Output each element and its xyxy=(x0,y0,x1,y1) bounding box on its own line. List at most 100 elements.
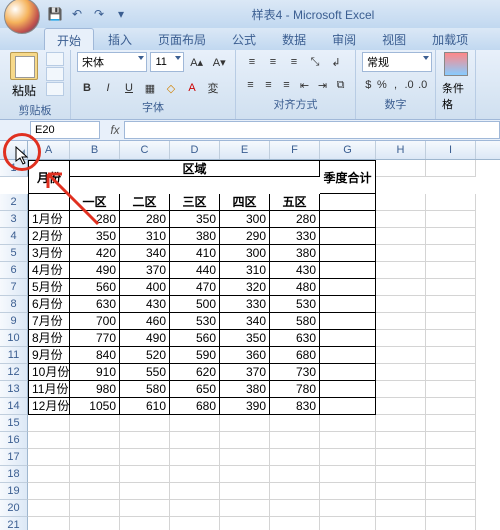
cell[interactable]: 910 xyxy=(70,364,120,381)
tab-layout[interactable]: 页面布局 xyxy=(146,28,218,50)
cell[interactable]: 300 xyxy=(220,211,270,228)
cell[interactable] xyxy=(426,500,476,517)
row-header[interactable]: 20 xyxy=(0,500,28,517)
merge-button[interactable]: ⧉ xyxy=(332,75,349,95)
cell[interactable] xyxy=(70,466,120,483)
fx-button[interactable]: fx xyxy=(106,122,124,138)
cell[interactable] xyxy=(376,347,426,364)
cell[interactable]: 980 xyxy=(70,381,120,398)
font-family-combo[interactable]: 宋体 xyxy=(77,52,147,72)
cell[interactable] xyxy=(320,262,376,279)
cell[interactable] xyxy=(120,500,170,517)
wrap-text-button[interactable]: ↲ xyxy=(326,52,346,72)
cell[interactable]: 三区 xyxy=(170,194,220,211)
cell[interactable]: 350 xyxy=(170,211,220,228)
cell[interactable]: 季度合计 xyxy=(320,160,376,194)
cell[interactable] xyxy=(376,245,426,262)
cell[interactable]: 530 xyxy=(170,313,220,330)
cell[interactable]: 830 xyxy=(270,398,320,415)
cell[interactable] xyxy=(220,517,270,530)
cell[interactable] xyxy=(220,500,270,517)
indent-dec-button[interactable]: ⇤ xyxy=(296,75,313,95)
cell[interactable]: 430 xyxy=(120,296,170,313)
cell[interactable] xyxy=(426,415,476,432)
number-format-combo[interactable]: 常规 xyxy=(362,52,432,72)
row-header[interactable]: 15 xyxy=(0,415,28,432)
cell[interactable] xyxy=(270,517,320,530)
cell[interactable] xyxy=(320,296,376,313)
cell[interactable]: 580 xyxy=(120,381,170,398)
cell[interactable] xyxy=(376,262,426,279)
cell[interactable] xyxy=(70,415,120,432)
paste-button[interactable]: 粘贴 xyxy=(6,52,42,99)
fill-color-button[interactable]: ◇ xyxy=(161,78,181,98)
cell[interactable] xyxy=(270,449,320,466)
cell[interactable]: 400 xyxy=(120,279,170,296)
cell[interactable] xyxy=(120,432,170,449)
redo-icon[interactable]: ↷ xyxy=(90,5,108,23)
border-button[interactable]: ▦ xyxy=(140,78,160,98)
column-header-B[interactable]: B xyxy=(70,141,120,159)
align-center-button[interactable]: ≡ xyxy=(260,75,277,95)
cell[interactable]: 470 xyxy=(170,279,220,296)
cell[interactable] xyxy=(70,449,120,466)
cell[interactable] xyxy=(426,432,476,449)
cell[interactable]: 二区 xyxy=(120,194,170,211)
row-header[interactable]: 16 xyxy=(0,432,28,449)
row-header[interactable]: 19 xyxy=(0,483,28,500)
cell[interactable] xyxy=(270,415,320,432)
cell[interactable] xyxy=(376,364,426,381)
percent-button[interactable]: % xyxy=(376,75,389,95)
cell[interactable] xyxy=(270,500,320,517)
row-header[interactable]: 9 xyxy=(0,313,28,330)
cell[interactable]: 550 xyxy=(120,364,170,381)
cell[interactable] xyxy=(426,517,476,530)
cell[interactable] xyxy=(376,398,426,415)
cell[interactable] xyxy=(376,500,426,517)
cell[interactable] xyxy=(170,500,220,517)
grow-font-button[interactable]: A▴ xyxy=(187,52,207,72)
cell[interactable] xyxy=(28,415,70,432)
cell[interactable] xyxy=(320,517,376,530)
cell[interactable] xyxy=(426,279,476,296)
cell[interactable] xyxy=(320,211,376,228)
cell[interactable] xyxy=(376,313,426,330)
cell[interactable]: 700 xyxy=(70,313,120,330)
cell[interactable] xyxy=(426,211,476,228)
cell[interactable] xyxy=(320,483,376,500)
cell[interactable] xyxy=(320,330,376,347)
cell[interactable]: 770 xyxy=(70,330,120,347)
align-top-button[interactable]: ≡ xyxy=(242,52,262,72)
cell[interactable]: 7月份 xyxy=(28,313,70,330)
cell[interactable] xyxy=(426,364,476,381)
column-header-G[interactable]: G xyxy=(320,141,376,159)
format-painter-button[interactable] xyxy=(46,82,64,96)
cell[interactable]: 区域 xyxy=(70,160,320,177)
cell[interactable]: 380 xyxy=(270,245,320,262)
cell[interactable] xyxy=(320,449,376,466)
cell[interactable] xyxy=(426,398,476,415)
cell[interactable] xyxy=(426,296,476,313)
undo-icon[interactable]: ↶ xyxy=(68,5,86,23)
cell[interactable]: 330 xyxy=(220,296,270,313)
cell[interactable] xyxy=(376,381,426,398)
cell[interactable] xyxy=(170,449,220,466)
row-header[interactable]: 3 xyxy=(0,211,28,228)
cell[interactable] xyxy=(220,449,270,466)
shrink-font-button[interactable]: A▾ xyxy=(209,52,229,72)
cell[interactable] xyxy=(320,381,376,398)
conditional-format-icon[interactable] xyxy=(444,52,468,76)
cell[interactable] xyxy=(170,415,220,432)
cell[interactable]: 460 xyxy=(120,313,170,330)
cell[interactable] xyxy=(376,279,426,296)
cell[interactable] xyxy=(220,466,270,483)
cell[interactable]: 5月份 xyxy=(28,279,70,296)
cell[interactable] xyxy=(170,483,220,500)
cell[interactable]: 290 xyxy=(220,228,270,245)
column-header-C[interactable]: C xyxy=(120,141,170,159)
font-size-combo[interactable]: 11 xyxy=(150,52,183,72)
cell[interactable] xyxy=(320,194,376,211)
cell[interactable] xyxy=(376,483,426,500)
cell[interactable] xyxy=(28,483,70,500)
cell[interactable] xyxy=(426,483,476,500)
